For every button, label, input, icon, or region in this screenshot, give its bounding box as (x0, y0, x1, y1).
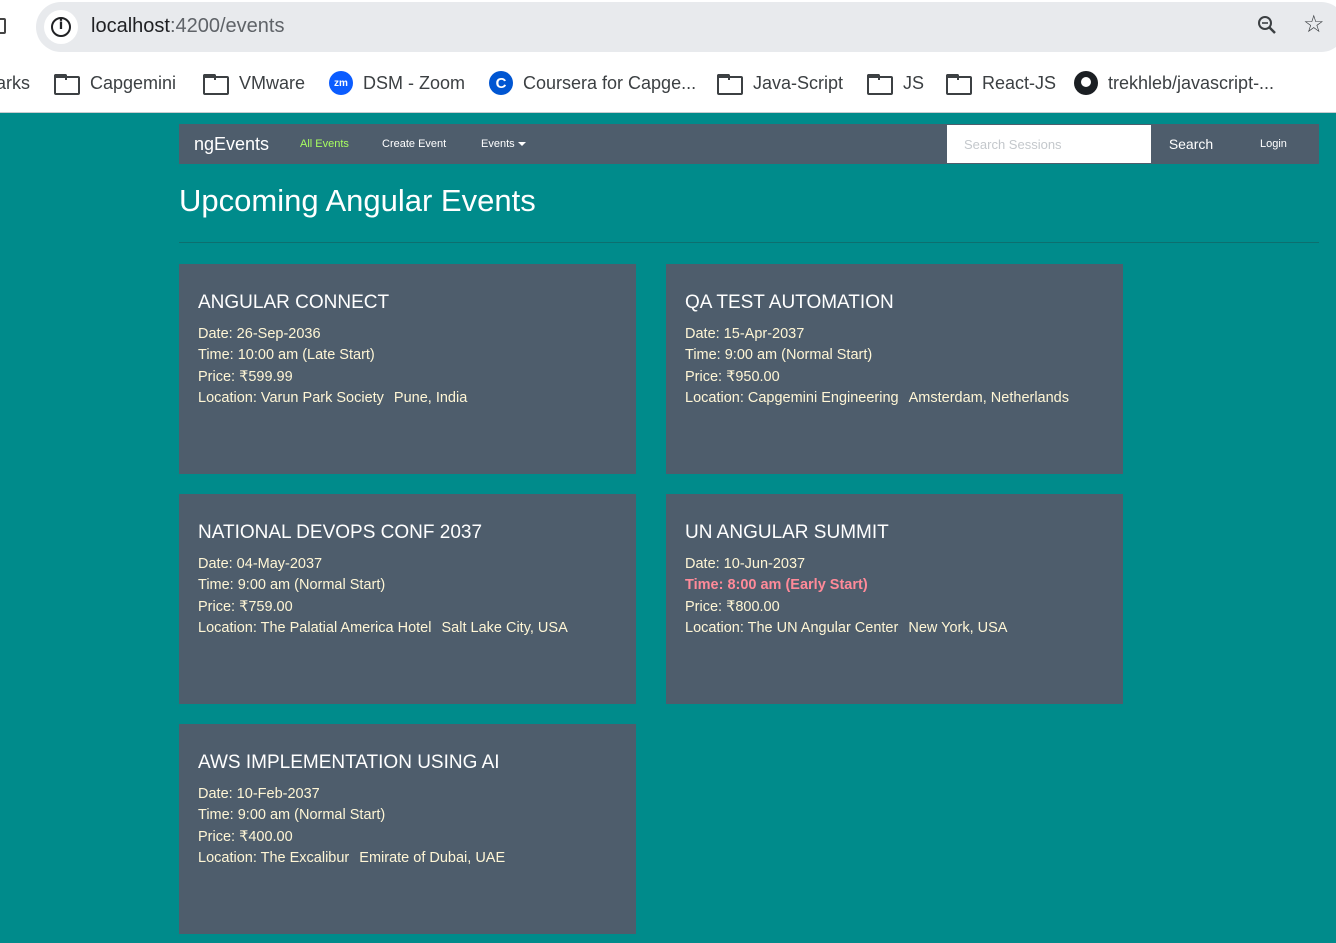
home-icon[interactable] (0, 18, 6, 34)
location-address: Location: The Palatial America Hotel (198, 619, 432, 636)
bookmark-item[interactable]: C Coursera for Capge... (489, 66, 696, 100)
event-location: Location: The Palatial America Hotel Salt… (198, 618, 617, 639)
bookmark-star-icon[interactable]: ☆ (1303, 13, 1325, 37)
event-time: Time: 9:00 am (Normal Start) (198, 807, 386, 824)
location-address: Location: Capgemini Engineering (685, 389, 899, 406)
url-path: :4200/events (169, 15, 285, 37)
event-price: Price: ₹400.00 (198, 828, 293, 845)
bookmark-item[interactable]: JS (867, 66, 924, 100)
event-card[interactable]: ANGULAR CONNECT Date: 26-Sep-2036 Time: … (179, 264, 636, 474)
location-city: New York, USA (908, 619, 1008, 636)
bookmark-label: Java-Script (753, 72, 844, 93)
bookmark-label: Coursera for Capge... (523, 72, 697, 93)
bookmark-label: React-JS (982, 72, 1057, 93)
event-date: Date: 10-Feb-2037 (198, 786, 320, 802)
bookmark-label: JS (903, 72, 925, 93)
event-location: Location: The UN Angular Center New York,… (685, 618, 1104, 639)
event-name: UN ANGULAR SUMMIT (685, 522, 889, 543)
event-card[interactable]: UN ANGULAR SUMMIT Date: 10-Jun-2037 Time… (666, 494, 1123, 704)
bookmark-label: DSM - Zoom (363, 72, 466, 93)
folder-icon (946, 74, 972, 95)
location-address: Location: The Excalibur (198, 849, 350, 866)
nav-all-events[interactable]: All Events (300, 138, 349, 150)
event-time: Time: 9:00 am (Normal Start) (685, 347, 873, 364)
url-host: localhost (91, 15, 170, 37)
event-location: Location: The Excalibur Emirate of Dubai,… (198, 848, 617, 869)
site-info-icon[interactable] (44, 10, 78, 44)
location-address: Location: Varun Park Society (198, 389, 384, 406)
address-bar[interactable]: localhost:4200/events (36, 2, 1336, 52)
event-name: AWS IMPLEMENTATION USING AI (198, 752, 500, 773)
event-location: Location: Capgemini Engineering Amsterdam… (685, 388, 1104, 409)
bookmark-label: VMware (239, 72, 306, 93)
zoom-app-icon: zm (329, 71, 353, 95)
zoom-icon[interactable] (1257, 15, 1277, 35)
bookmark-item[interactable]: Java-Script (717, 66, 843, 100)
location-city: Pune, India (393, 389, 468, 406)
login-link[interactable]: Login (1260, 138, 1287, 150)
bookmark-label: Capgemini (90, 72, 177, 93)
bookmark-item[interactable]: trekhleb/javascript-... (1074, 66, 1274, 100)
coursera-icon: C (489, 71, 513, 95)
event-card[interactable]: NATIONAL DEVOPS CONF 2037 Date: 04-May-2… (179, 494, 636, 704)
folder-icon (203, 74, 229, 95)
event-time: Time: 10:00 am (Late Start) (198, 347, 375, 364)
event-price: Price: ₹759.00 (198, 598, 293, 615)
event-date: Date: 10-Jun-2037 (685, 556, 806, 572)
search-button[interactable]: Search (1151, 125, 1231, 163)
event-name: ANGULAR CONNECT (198, 292, 390, 313)
divider (179, 242, 1319, 243)
event-price: Price: ₹800.00 (685, 598, 780, 615)
bookmark-item[interactable]: Capgemini (54, 66, 176, 100)
event-date: Date: 04-May-2037 (198, 556, 323, 572)
location-city: Salt Lake City, USA (441, 619, 568, 636)
bookmark-item[interactable]: zm DSM - Zoom (329, 66, 465, 100)
location-address: Location: The UN Angular Center (685, 619, 899, 636)
folder-icon (717, 74, 743, 95)
nav-events-dropdown[interactable]: Events (481, 138, 526, 150)
event-time-early: Time: 8:00 am (Early Start) (685, 577, 868, 594)
bookmark-item[interactable]: VMware (203, 66, 305, 100)
browser-chrome: localhost:4200/events ☆ arks Capgemini V… (0, 0, 1336, 113)
bookmarks-bar: arks Capgemini VMware zm DSM - Zoom C Co… (0, 66, 1336, 100)
event-name: NATIONAL DEVOPS CONF 2037 (198, 522, 483, 543)
folder-icon (54, 74, 80, 95)
nav-events-label: Events (481, 138, 515, 150)
app-navbar: ngEvents All Events Create Event Events … (179, 124, 1319, 164)
bookmark-item[interactable]: arks (0, 66, 30, 100)
event-location: Location: Varun Park Society Pune, India (198, 388, 617, 409)
bookmark-label: arks (0, 72, 31, 93)
caret-down-icon (517, 142, 526, 147)
event-name: QA TEST AUTOMATION (685, 292, 894, 313)
event-card[interactable]: AWS IMPLEMENTATION USING AI Date: 10-Feb… (179, 724, 636, 934)
event-price: Price: ₹950.00 (685, 368, 780, 385)
bookmark-item[interactable]: React-JS (946, 66, 1056, 100)
brand-link[interactable]: ngEvents (194, 134, 269, 155)
event-time: Time: 9:00 am (Normal Start) (198, 577, 386, 594)
page-title: Upcoming Angular Events (179, 183, 536, 218)
event-price: Price: ₹599.99 (198, 368, 293, 385)
url-text[interactable]: localhost:4200/events (91, 15, 284, 38)
event-date: Date: 26-Sep-2036 (198, 326, 321, 342)
location-city: Emirate of Dubai, UAE (359, 849, 506, 866)
folder-icon (867, 74, 893, 95)
bookmark-label: trekhleb/javascript-... (1108, 72, 1275, 93)
github-icon (1074, 71, 1098, 95)
location-city: Amsterdam, Netherlands (908, 389, 1069, 406)
search-sessions-input[interactable] (947, 125, 1151, 163)
event-card[interactable]: QA TEST AUTOMATION Date: 15-Apr-2037 Tim… (666, 264, 1123, 474)
nav-create-event[interactable]: Create Event (382, 138, 446, 150)
event-date: Date: 15-Apr-2037 (685, 326, 805, 342)
